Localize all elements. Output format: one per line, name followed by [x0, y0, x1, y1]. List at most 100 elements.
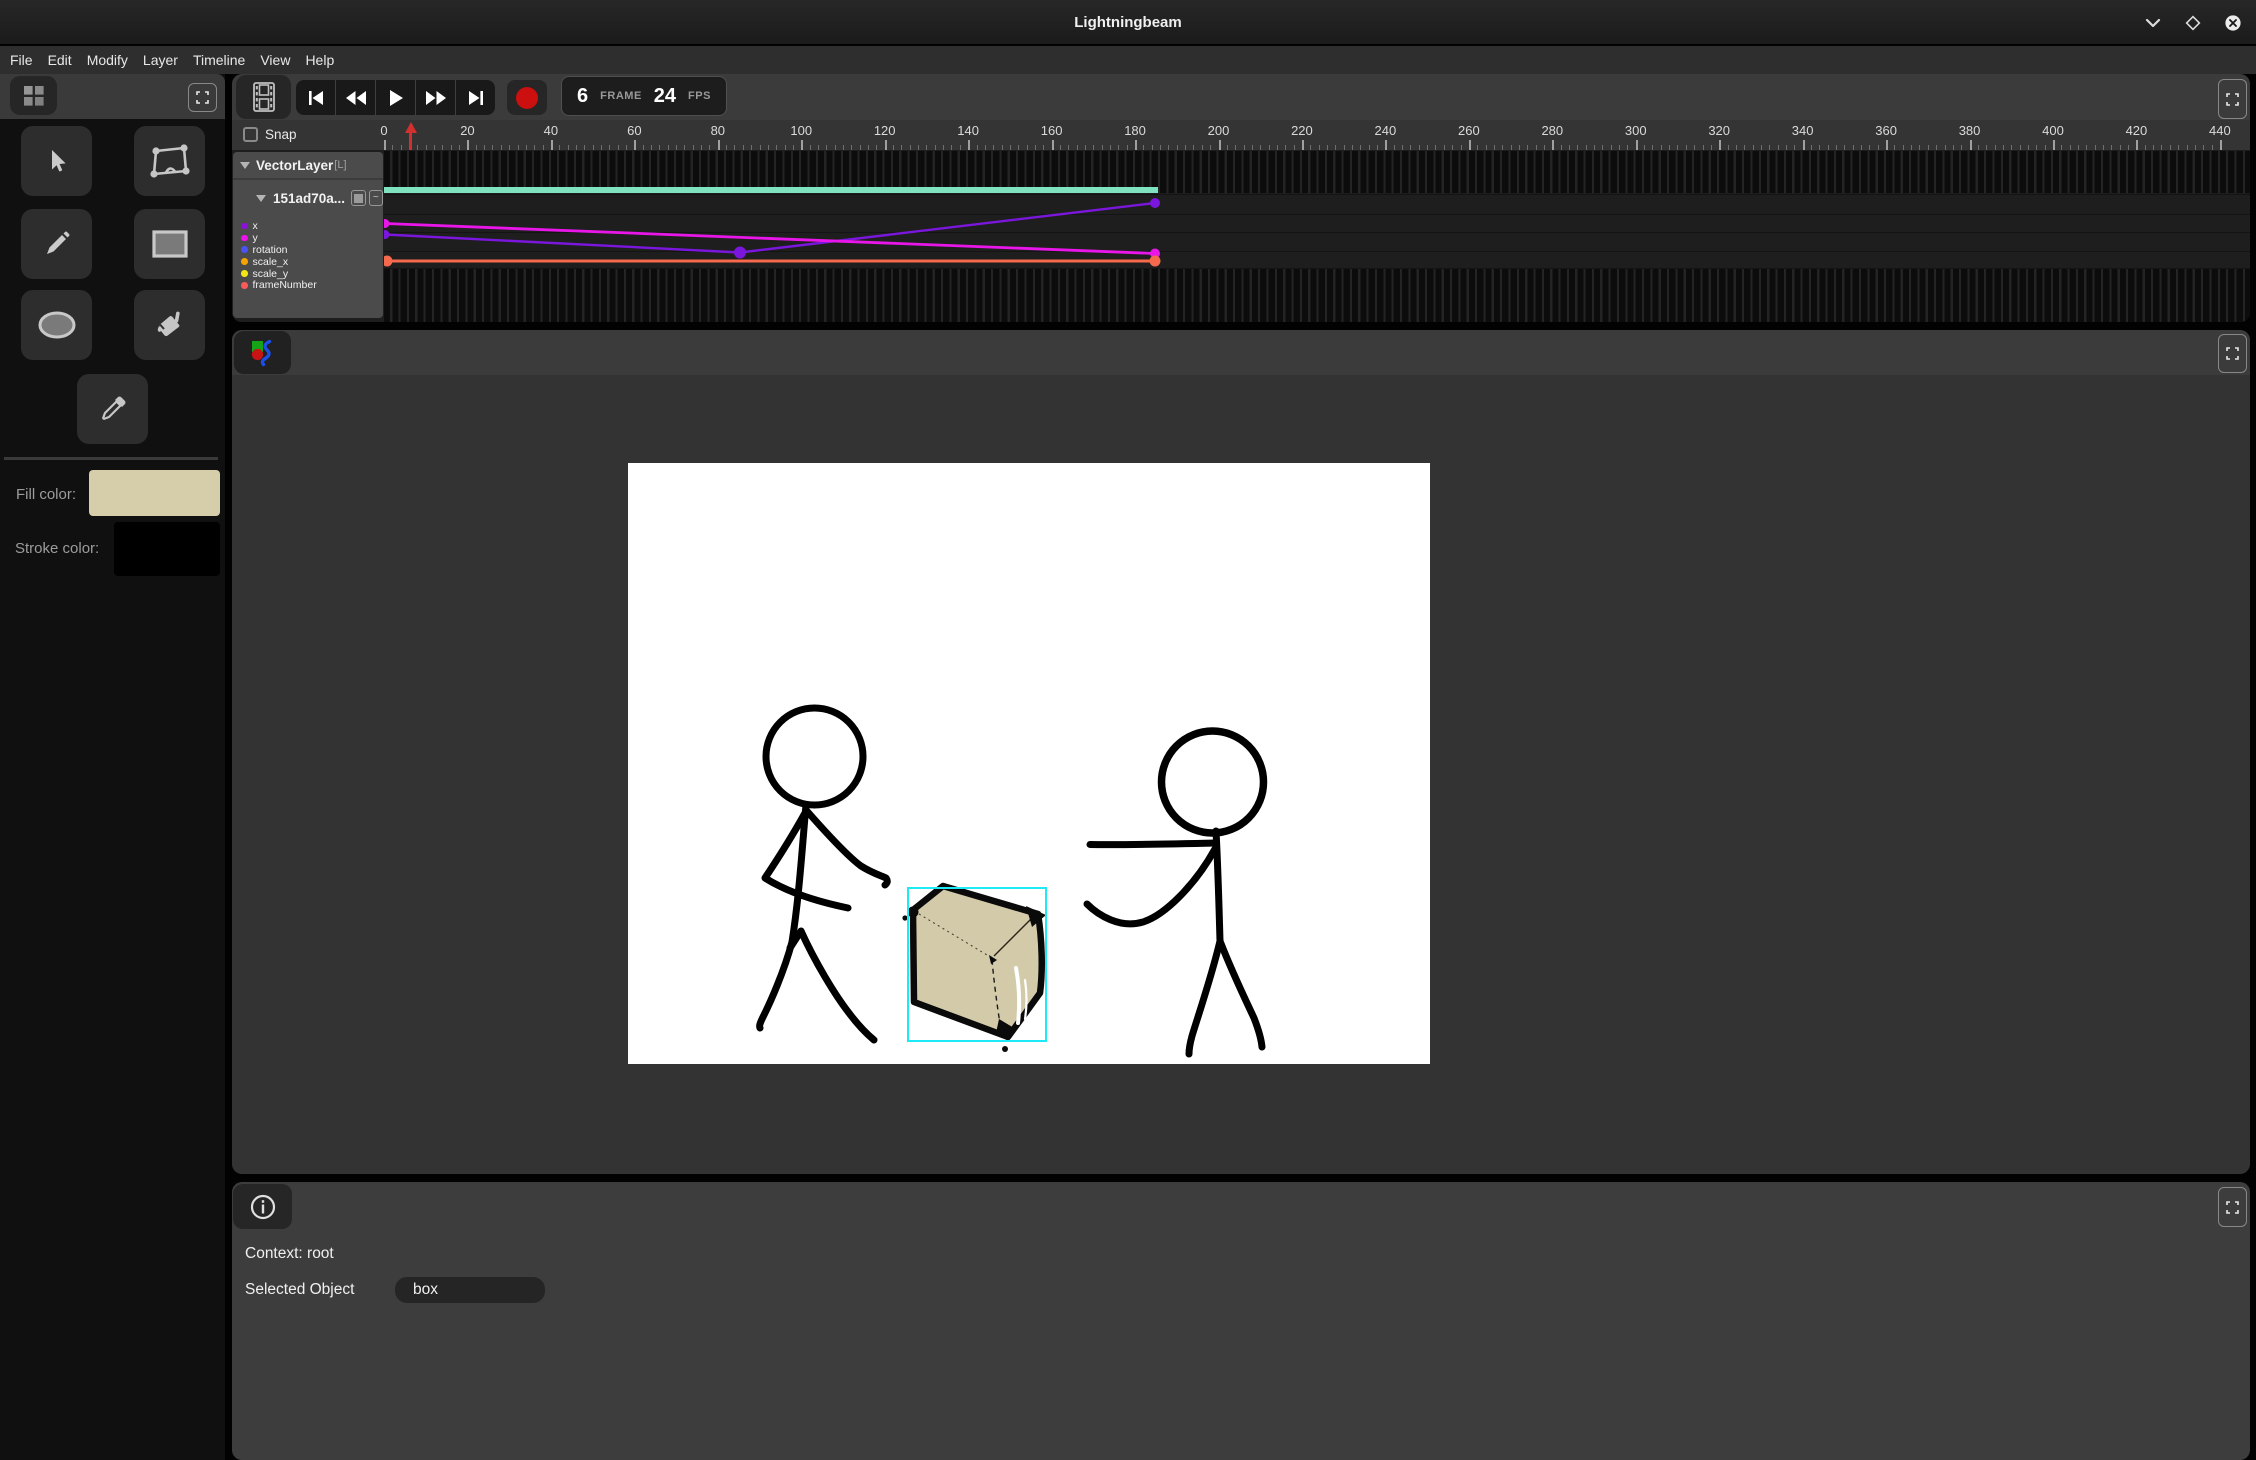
- play-button[interactable]: [376, 80, 416, 115]
- ruler-label: 80: [698, 123, 738, 138]
- ruler-label: 40: [531, 123, 571, 138]
- keyframe-x[interactable]: [1150, 198, 1160, 208]
- rewind-button[interactable]: [336, 80, 376, 115]
- stroke-color-swatch[interactable]: [114, 522, 220, 576]
- menu-layer[interactable]: Layer: [143, 52, 178, 68]
- maximize-icon[interactable]: [2183, 13, 2203, 33]
- eyedropper-tool-button[interactable]: [77, 374, 148, 444]
- property-row-rotation[interactable]: rotation: [233, 244, 317, 256]
- box-corner-dot-tl: [902, 915, 907, 920]
- play-icon: [388, 89, 404, 107]
- ruler-tick: [2136, 140, 2138, 150]
- layer-expander-icon[interactable]: [240, 162, 250, 169]
- rectangle-tool-button[interactable]: [134, 209, 205, 279]
- paint-bucket-tool-button[interactable]: [134, 290, 205, 360]
- menu-modify[interactable]: Modify: [87, 52, 128, 68]
- menu-timeline[interactable]: Timeline: [193, 52, 245, 68]
- select-tool-button[interactable]: [21, 126, 92, 196]
- info-icon: [250, 1194, 276, 1220]
- timeline-tracks[interactable]: VectorLayer [L] 151ad70a... ~ x y rotati…: [232, 150, 2250, 322]
- property-row-scale_x[interactable]: scale_x: [233, 256, 317, 268]
- menu-help[interactable]: Help: [305, 52, 334, 68]
- timeline-film-button[interactable]: [236, 75, 291, 119]
- keyframe-x[interactable]: [384, 230, 390, 239]
- ellipse-tool-button[interactable]: [21, 290, 92, 360]
- object-expander-icon[interactable]: [256, 195, 266, 202]
- frame-value: 6: [577, 85, 588, 108]
- ruler-tick: [1219, 140, 1221, 150]
- box-object[interactable]: [902, 886, 1046, 1052]
- film-icon: [253, 82, 275, 112]
- layer-row[interactable]: VectorLayer [L]: [233, 152, 383, 180]
- minimize-icon[interactable]: [2143, 13, 2163, 33]
- close-icon[interactable]: [2223, 13, 2243, 33]
- keyframe-frameNumber[interactable]: [384, 256, 393, 267]
- ruler-tick: [968, 140, 970, 150]
- ruler-tick: [1052, 140, 1054, 150]
- inspector-fullscreen-button[interactable]: [2218, 1187, 2247, 1227]
- fps-value: 24: [654, 85, 676, 108]
- property-name: scale_x: [253, 256, 289, 268]
- keyframe-y[interactable]: [384, 219, 390, 228]
- canvas-panel: [232, 330, 2250, 1174]
- ruler-tick: [384, 140, 386, 150]
- skip-to-end-button[interactable]: [456, 80, 495, 115]
- keyframe-frameNumber[interactable]: [1150, 256, 1161, 267]
- fullscreen-icon: [196, 91, 209, 104]
- property-color-dot: [241, 223, 248, 230]
- skip-to-start-button[interactable]: [296, 80, 336, 115]
- playhead[interactable]: [401, 122, 421, 150]
- object-tween-button[interactable]: ~: [369, 190, 383, 206]
- menu-view[interactable]: View: [260, 52, 290, 68]
- snap-checkbox[interactable]: [243, 127, 258, 142]
- ruler-tick: [634, 140, 636, 150]
- record-button[interactable]: [507, 80, 547, 115]
- ruler-label: 220: [1282, 123, 1322, 138]
- property-row-scale_y[interactable]: scale_y: [233, 268, 317, 280]
- keyframe-x[interactable]: [734, 247, 746, 259]
- record-icon: [516, 87, 538, 109]
- pencil-tool-button[interactable]: [21, 209, 92, 279]
- transform-tool-button[interactable]: [134, 126, 205, 196]
- ruler-tick: [1135, 140, 1137, 150]
- menu-edit[interactable]: Edit: [48, 52, 72, 68]
- tool-panel-header: [0, 74, 225, 119]
- property-color-dot: [241, 270, 248, 277]
- property-row-y[interactable]: y: [233, 232, 317, 244]
- selected-object-value: box: [413, 1281, 438, 1299]
- box-corner-blob-tl: [908, 907, 919, 918]
- skip-to-end-icon: [467, 90, 485, 106]
- canvas-fullscreen-button[interactable]: [2218, 334, 2247, 373]
- timeline-ruler[interactable]: Snap 02040608010012014016018020022024026…: [232, 120, 2250, 150]
- stage[interactable]: [628, 463, 1430, 1064]
- context-label: Context: root: [245, 1245, 334, 1263]
- fast-forward-button[interactable]: [416, 80, 456, 115]
- object-name: 151ad70a...: [273, 191, 345, 206]
- property-name: rotation: [253, 244, 288, 256]
- transform-tool-icon: [149, 143, 191, 179]
- timeline-fullscreen-button[interactable]: [2218, 79, 2247, 119]
- figure2-left-leg: [1189, 941, 1220, 1054]
- canvas-logo-button[interactable]: [234, 331, 291, 374]
- ruler-label: 140: [948, 123, 988, 138]
- property-row-x[interactable]: x: [233, 220, 317, 232]
- property-row-frameNumber[interactable]: frameNumber: [233, 279, 317, 291]
- property-color-dot: [241, 258, 248, 265]
- select-tool-icon: [43, 147, 71, 175]
- stroke-color-label: Stroke color:: [15, 540, 99, 557]
- ruler-tick: [885, 140, 887, 150]
- property-list: x y rotation scale_x scale_y frameNumber: [233, 220, 317, 291]
- info-button[interactable]: [233, 1184, 292, 1229]
- selected-object-field[interactable]: box: [395, 1277, 545, 1303]
- canvas-panel-header: [232, 330, 2250, 375]
- tools-divider: [4, 457, 218, 460]
- layer-object-row[interactable]: 151ad70a... ~: [233, 186, 383, 210]
- layers-panel: VectorLayer [L] 151ad70a... ~ x y rotati…: [233, 152, 383, 318]
- transport-controls: [296, 80, 495, 115]
- object-solo-button[interactable]: [351, 190, 365, 206]
- panel-grid-button[interactable]: [10, 76, 57, 115]
- menu-file[interactable]: File: [10, 52, 33, 68]
- tool-panel-fullscreen-button[interactable]: [188, 83, 217, 112]
- fill-color-swatch[interactable]: [89, 470, 220, 516]
- ruler-label: 100: [781, 123, 821, 138]
